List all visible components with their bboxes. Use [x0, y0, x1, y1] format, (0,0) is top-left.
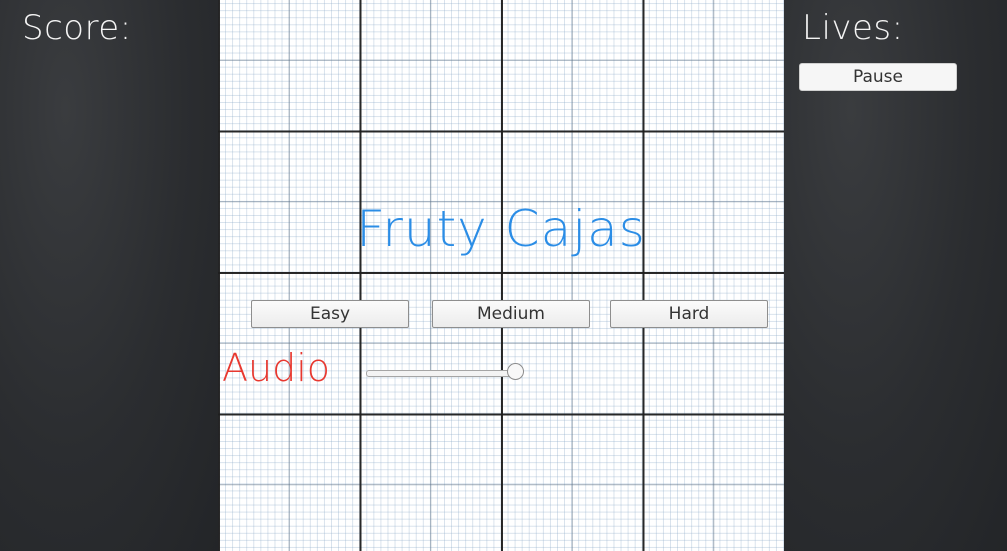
audio-slider-thumb[interactable]	[507, 363, 524, 380]
audio-slider-track[interactable]	[366, 370, 516, 377]
easy-button[interactable]: Easy	[251, 300, 409, 328]
graph-paper-board: Fruty Cajas Easy Medium Hard Audio	[218, 0, 784, 551]
lives-label: Lives:	[802, 8, 904, 48]
left-hud-panel: Score:	[0, 0, 218, 551]
audio-volume-slider[interactable]	[366, 361, 526, 385]
score-label: Score:	[22, 8, 132, 48]
medium-button[interactable]: Medium	[432, 300, 590, 328]
pause-button[interactable]: Pause	[799, 63, 957, 91]
audio-label: Audio	[222, 346, 331, 390]
right-hud-panel: Lives: Pause	[784, 0, 1007, 551]
hard-button[interactable]: Hard	[610, 300, 768, 328]
game-title: Fruty Cajas	[356, 200, 646, 258]
